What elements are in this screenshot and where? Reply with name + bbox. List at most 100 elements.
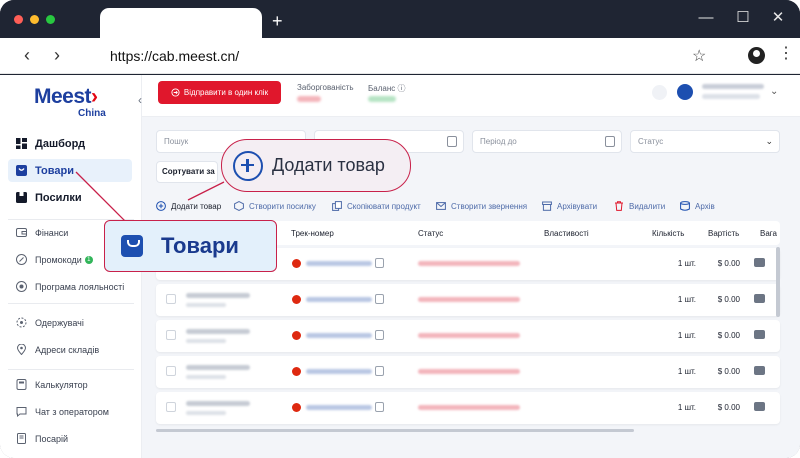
profile-icon[interactable] [748,47,765,64]
table-row[interactable]: 1 шт. $ 0.00 [156,284,780,316]
title-bar: + — ☐ ✕ [0,0,800,38]
column-status[interactable]: Статус [418,229,443,238]
copy-icon[interactable] [375,402,384,412]
sidebar-item-label: Чат з оператором [35,406,109,417]
copy-product-button[interactable]: Скопіювати продукт [332,199,421,213]
new-tab-button[interactable]: + [272,12,283,30]
product-meta-blurred [186,375,226,379]
copy-icon[interactable] [375,330,384,340]
table-row[interactable]: 1 шт. $ 0.00 [156,320,780,352]
sidebar-item-glossary[interactable]: Посарій [8,427,132,450]
row-checkbox[interactable] [166,330,176,340]
add-product-callout: Додати товар [221,139,411,192]
create-parcel-label: Створити посилку [249,201,316,211]
delete-button[interactable]: Видалити [614,199,665,213]
create-request-button[interactable]: Створити звернення [436,199,527,213]
table-row[interactable]: 1 шт. $ 0.00 [156,392,780,424]
window-minimize-icon[interactable]: — [696,9,716,27]
track-number-blurred[interactable] [306,369,372,374]
product-name-blurred [186,293,250,298]
info-icon[interactable]: ⓘ [397,84,405,93]
product-name-blurred [186,401,250,406]
copy-icon[interactable] [375,294,384,304]
sidebar-item-goods[interactable]: Товари [8,159,132,182]
back-arrow-icon[interactable]: ‹ [24,46,30,64]
status-placeholder: Статус [638,137,664,146]
column-cost[interactable]: Вартість [708,229,739,238]
create-parcel-button[interactable]: Створити посилку [234,199,316,213]
sidebar-item-calculator[interactable]: Калькулятор [8,373,132,396]
sidebar-item-recipients[interactable]: Одержувачі [8,311,132,334]
account-chevron-down-icon[interactable]: ⌄ [770,86,778,97]
chat-icon [16,407,27,417]
bookmark-star-icon[interactable]: ☆ [692,46,706,66]
browser-tab[interactable] [100,8,262,38]
sidebar-item-operator-chat[interactable]: Чат з оператором [8,400,132,423]
sidebar-item-label: Промокоди [35,254,82,265]
track-number-blurred[interactable] [306,405,372,410]
loyalty-icon [16,281,27,292]
comment-icon[interactable] [754,258,765,267]
product-meta-blurred [186,303,226,307]
calendar-icon[interactable] [605,136,615,147]
minimize-dot-icon[interactable] [30,15,39,24]
close-dot-icon[interactable] [14,15,23,24]
archive-view-button[interactable]: Архів [680,199,715,213]
product-name-blurred [186,365,250,370]
meest-logo[interactable]: Meest› China [34,85,114,125]
copy-icon[interactable] [375,366,384,376]
avatar[interactable] [677,84,693,100]
comment-icon[interactable] [754,294,765,303]
horizontal-scrollbar[interactable] [156,429,634,432]
column-track-number[interactable]: Трек-номер [291,229,334,238]
browser-window: + — ☐ ✕ ‹ › https://cab.meest.cn/ ☆ ⋮ Me… [0,0,800,458]
archive-view-label: Архів [695,201,715,211]
delete-label: Видалити [629,201,666,211]
window-maximize-icon[interactable]: ☐ [733,9,753,27]
notification-bell-icon[interactable] [652,85,667,100]
track-number-blurred[interactable] [306,261,372,266]
sidebar-item-loyalty[interactable]: Програма лояльності [8,275,132,298]
send-one-click-button[interactable]: Відправити в один клік [158,81,281,104]
calendar-icon[interactable] [447,136,457,147]
comment-icon[interactable] [754,366,765,375]
maximize-dot-icon[interactable] [46,15,55,24]
sidebar-item-dashboard[interactable]: Дашборд [8,132,132,155]
row-cost: $ 0.00 [717,403,740,412]
app-header: Відправити в один клік Заборгованість Ба… [142,75,800,117]
add-product-button[interactable]: Додати товар [156,199,221,213]
sidebar-item-warehouse-addresses[interactable]: Адреси складів [8,338,132,361]
row-checkbox[interactable] [166,294,176,304]
sort-by-select[interactable]: Сортувати за [156,161,218,183]
period-to-input[interactable]: Період до [472,130,622,153]
column-quantity[interactable]: Кількість [652,229,684,238]
comment-icon[interactable] [754,402,765,411]
mail-icon [436,202,446,210]
window-close-icon[interactable]: ✕ [768,9,788,27]
row-cost: $ 0.00 [717,331,740,340]
status-blurred [418,261,520,266]
china-flag-icon [292,403,301,412]
forward-arrow-icon[interactable]: › [54,46,60,64]
status-blurred [418,405,520,410]
send-icon [171,88,180,97]
column-properties[interactable]: Властивості [544,229,589,238]
track-number-blurred[interactable] [306,297,372,302]
create-request-label: Створити звернення [451,201,528,211]
copy-icon[interactable] [375,258,384,268]
row-cost: $ 0.00 [717,367,740,376]
comment-icon[interactable] [754,330,765,339]
browser-menu-icon[interactable]: ⋮ [778,45,794,63]
track-number-blurred[interactable] [306,333,372,338]
table-row[interactable]: 1 шт. $ 0.00 [156,356,780,388]
row-quantity: 1 шт. [677,259,696,268]
row-checkbox[interactable] [166,402,176,412]
status-select[interactable]: Статус ⌄ [630,130,780,153]
column-weight[interactable]: Вага [760,229,780,238]
archive-button[interactable]: Архівувати [542,199,597,213]
row-checkbox[interactable] [166,366,176,376]
url-input[interactable]: https://cab.meest.cn/ [90,44,722,68]
period-to-placeholder: Період до [480,137,517,146]
sidebar-item-parcels[interactable]: Посилки [8,186,132,209]
vertical-scrollbar[interactable] [776,247,780,317]
